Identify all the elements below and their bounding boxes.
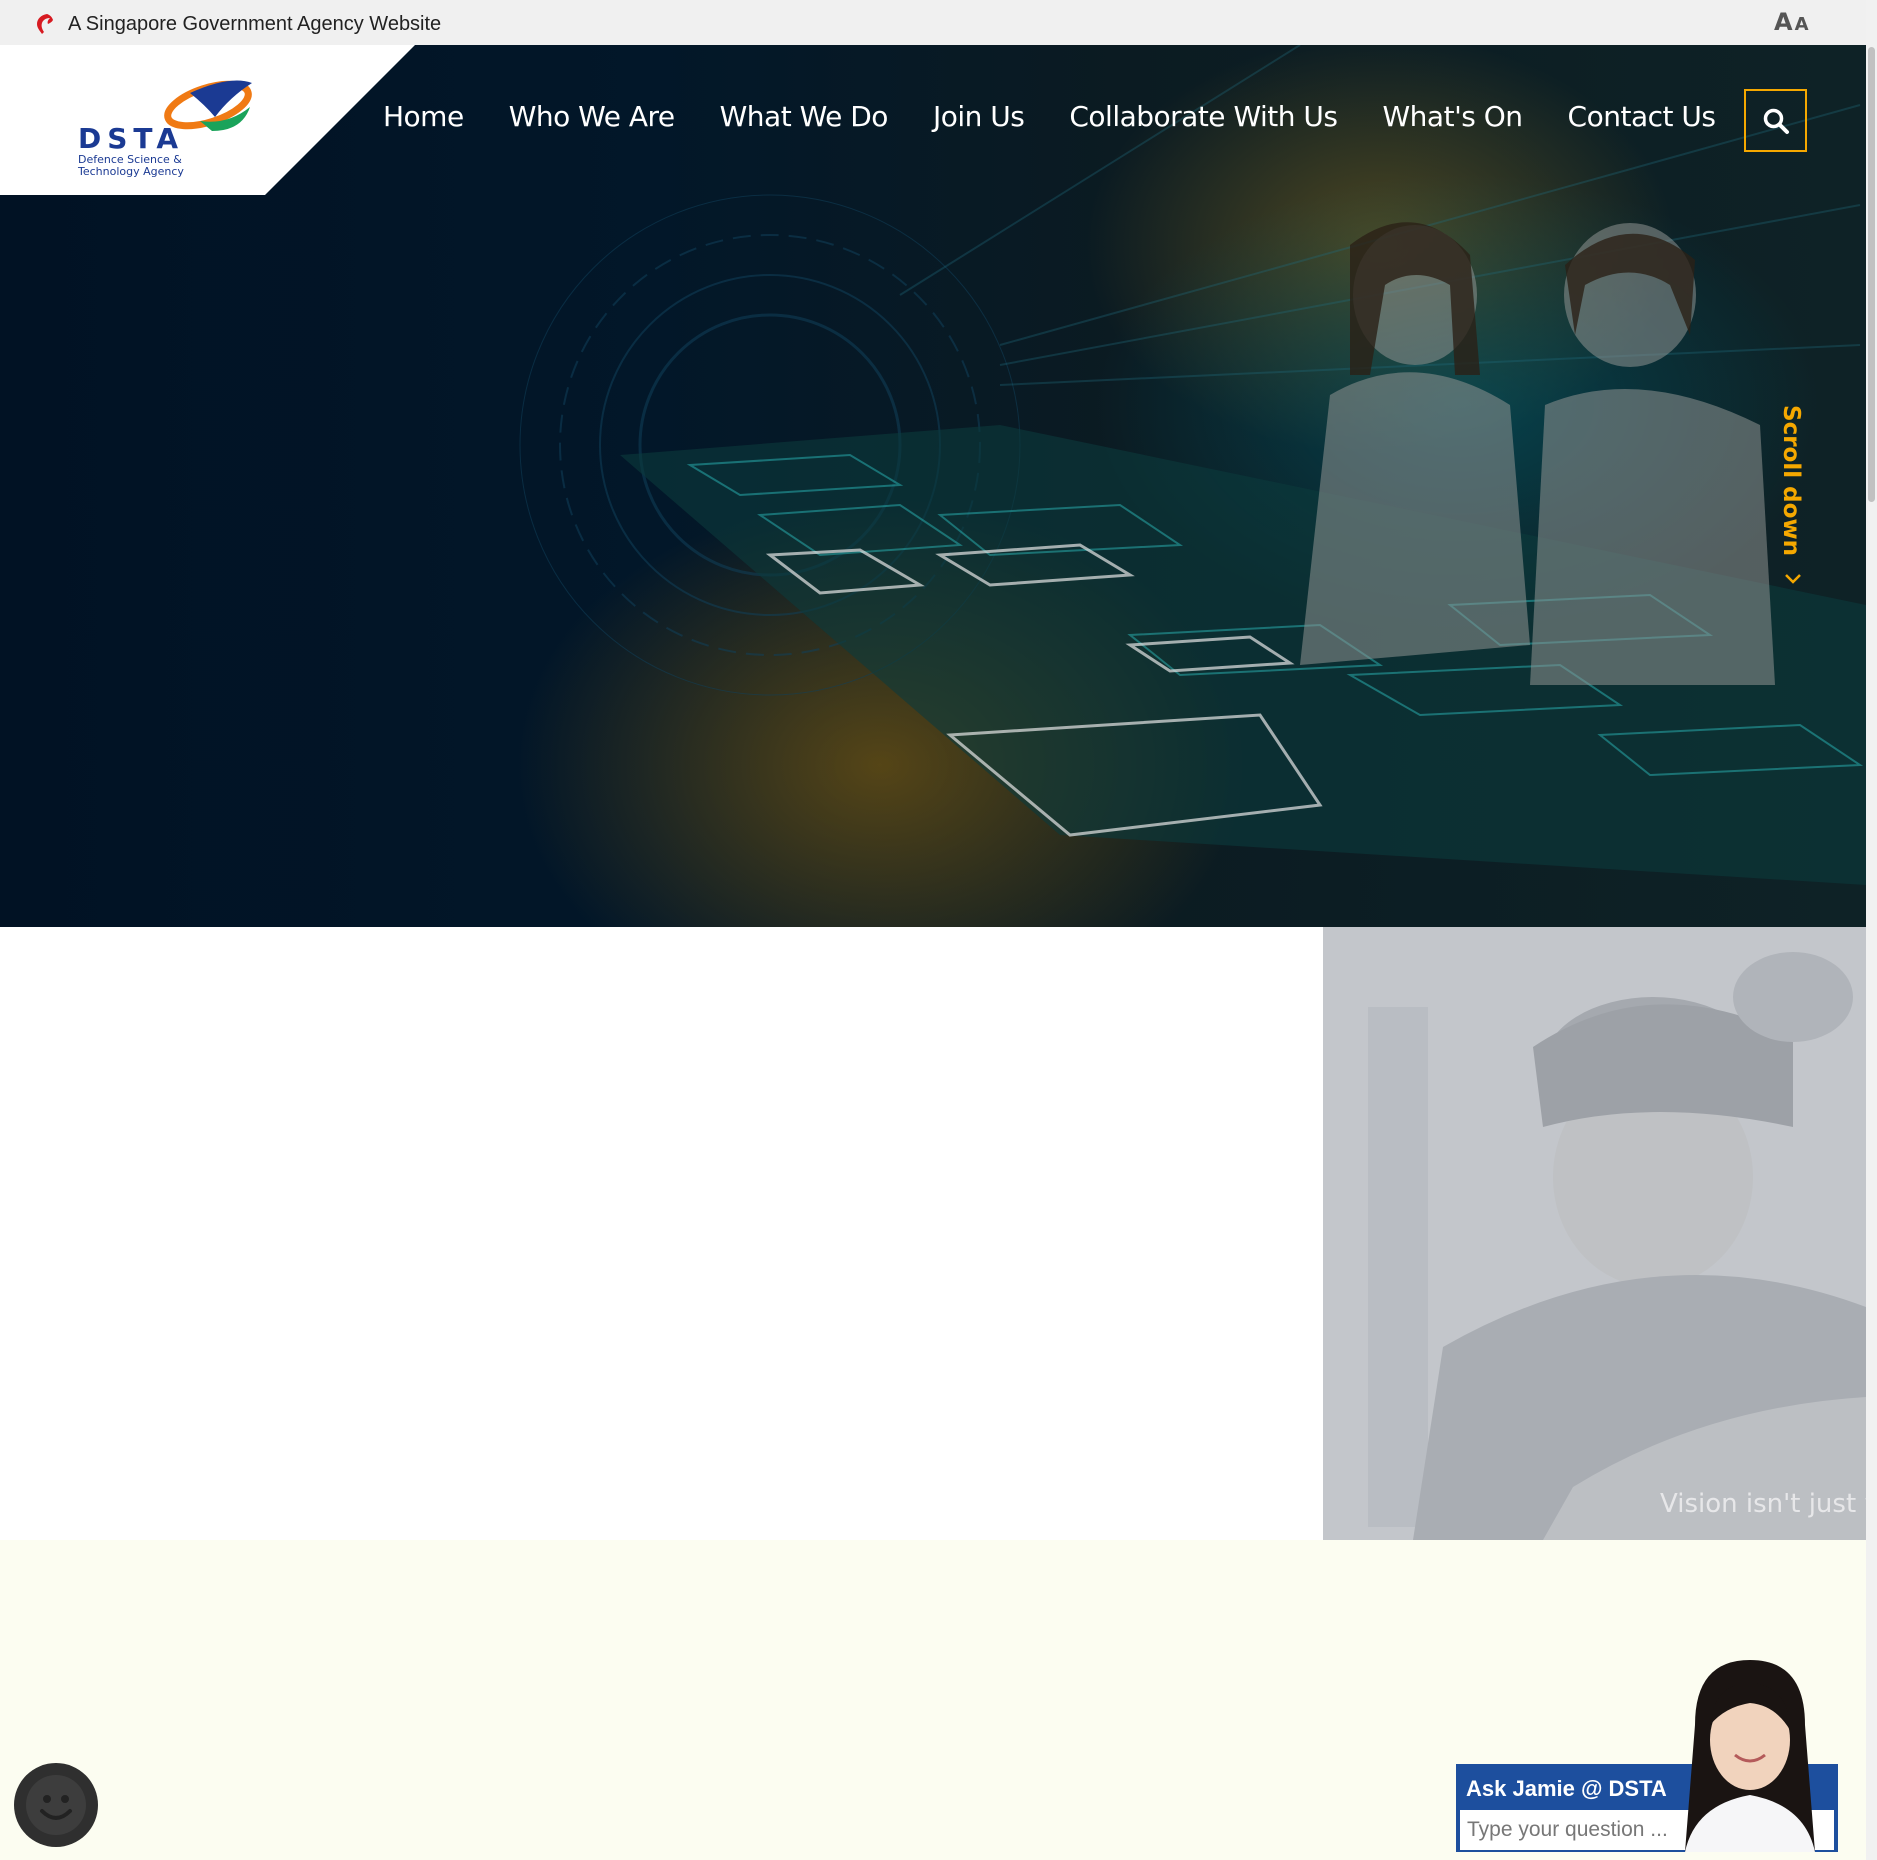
vr-user-image	[1323, 927, 1866, 1540]
lion-head-icon	[37, 14, 53, 34]
main-navigation: Home Who We Are What We Do Join Us Colla…	[383, 100, 1760, 144]
scroll-down-label: Scroll down	[1778, 405, 1804, 557]
feedback-button[interactable]	[14, 1763, 98, 1847]
ask-jamie-title: Ask Jamie @ DSTA	[1466, 1776, 1667, 1801]
scroll-down-link[interactable]: Scroll down	[1776, 405, 1810, 605]
masthead-text: A Singapore Government Agency Website	[68, 13, 442, 35]
smiley-icon	[26, 1775, 86, 1835]
font-size-toggle[interactable]: AA	[1774, 8, 1809, 36]
jamie-avatar	[1685, 1660, 1815, 1852]
page-scrollbar[interactable]	[1866, 0, 1877, 1860]
nav-who-we-are[interactable]: Who We Are	[509, 100, 675, 144]
logo-graphic: DSTA Defence Science & Technology Agency	[0, 45, 415, 195]
dsta-logo[interactable]: DSTA Defence Science & Technology Agency	[0, 45, 415, 195]
logo-tagline-2: Technology Agency	[77, 165, 184, 178]
font-size-large-button[interactable]: A	[1774, 8, 1793, 36]
search-button[interactable]	[1744, 89, 1807, 152]
font-size-small-button[interactable]: A	[1795, 14, 1809, 35]
intro-section: Vision isn't just wh	[0, 927, 1877, 1540]
nav-contact-us[interactable]: Contact Us	[1568, 100, 1716, 144]
nav-collaborate-with-us[interactable]: Collaborate With Us	[1069, 100, 1338, 144]
search-icon	[1763, 108, 1789, 134]
gov-masthead: A Singapore Government Agency Website AA	[0, 0, 1866, 45]
nav-whats-on[interactable]: What's On	[1383, 100, 1524, 144]
nav-what-we-do[interactable]: What We Do	[720, 100, 889, 144]
logo-wordmark: DSTA	[78, 122, 184, 155]
nav-home[interactable]: Home	[383, 100, 464, 144]
carousel-media	[1323, 927, 1866, 1540]
scrollbar-thumb[interactable]	[1868, 47, 1875, 502]
chevron-down-icon	[1785, 574, 1801, 584]
nav-join-us[interactable]: Join Us	[933, 100, 1025, 144]
carousel-caption: Vision isn't just wh	[1660, 1489, 1877, 1519]
